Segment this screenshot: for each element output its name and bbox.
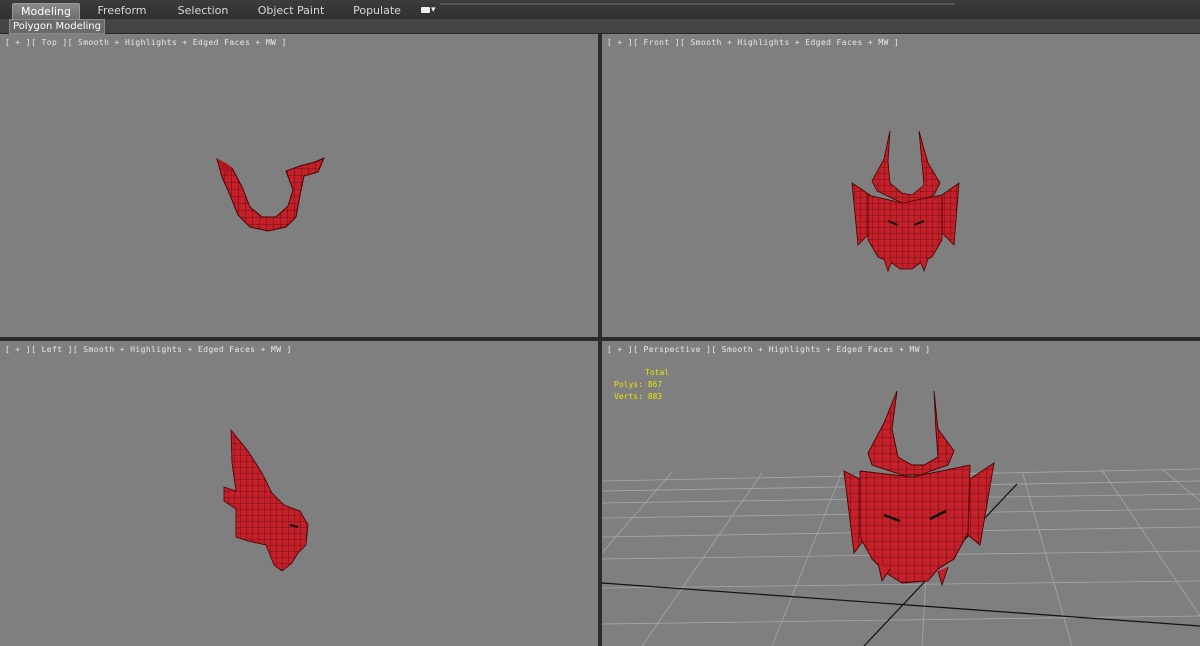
viewport-top[interactable]: [ + ][ Top ][ Smooth + Highlights + Edge… [0,34,598,337]
tab-selection[interactable]: Selection [168,3,238,18]
ribbon-options-icon[interactable]: ▾ [421,5,440,15]
viewport-perspective[interactable]: [ + ][ Perspective ][ Smooth + Highlight… [602,341,1200,646]
model-front-view[interactable] [602,34,1200,337]
model-left-view[interactable] [0,341,598,646]
tab-modeling[interactable]: Modeling [12,3,80,19]
viewport-front[interactable]: [ + ][ Front ][ Smooth + Highlights + Ed… [602,34,1200,337]
model-top-view[interactable] [0,34,598,337]
ribbon-tab-bar: Modeling Freeform Selection Object Paint… [0,0,1200,20]
tab-object-paint[interactable]: Object Paint [250,3,332,18]
model-perspective-view[interactable] [602,341,1200,646]
ribbon-separator [440,3,955,5]
panel-title-polygon-modeling[interactable]: Polygon Modeling [9,19,105,34]
tab-freeform[interactable]: Freeform [86,3,158,18]
viewport-left[interactable]: [ + ][ Left ][ Smooth + Highlights + Edg… [0,341,598,646]
tab-populate[interactable]: Populate [340,3,414,18]
ribbon-panel-bar: Polygon Modeling [0,19,1200,34]
